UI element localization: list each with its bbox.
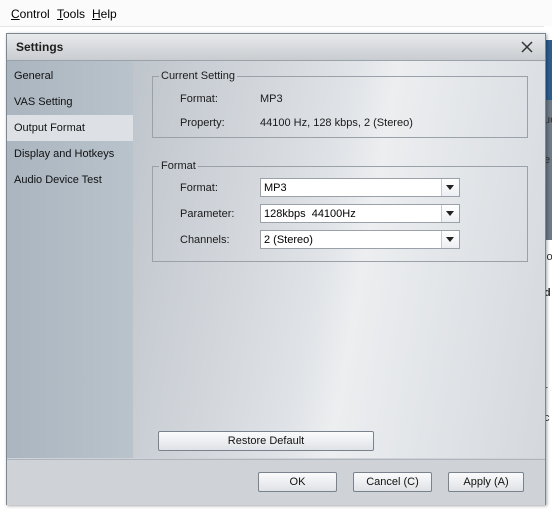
restore-default-button[interactable]: Restore Default bbox=[158, 431, 374, 451]
dialog-footer: OK Cancel (C) Apply (A) bbox=[7, 459, 545, 505]
channels-label: Channels: bbox=[180, 234, 230, 246]
current-format-value: MP3 bbox=[260, 93, 283, 105]
nav-general[interactable]: General bbox=[7, 63, 133, 89]
close-icon bbox=[521, 41, 533, 53]
nav-label: VAS Setting bbox=[14, 96, 73, 108]
nav-label: General bbox=[14, 70, 54, 82]
channels-dropdown-button[interactable] bbox=[441, 231, 459, 248]
channels-select[interactable]: 2 (Stereo) bbox=[260, 230, 460, 249]
nav-output-format[interactable]: Output Format bbox=[7, 115, 133, 141]
cancel-button[interactable]: Cancel (C) bbox=[353, 472, 432, 492]
current-property-value: 44100 Hz, 128 kbps, 2 (Stereo) bbox=[260, 117, 413, 129]
current-property-label: Property: bbox=[180, 117, 225, 129]
nav-label: Display and Hotkeys bbox=[14, 148, 115, 160]
chevron-down-icon bbox=[446, 211, 454, 216]
chevron-down-icon bbox=[446, 185, 454, 190]
format-dropdown-button[interactable] bbox=[441, 179, 459, 196]
dialog-title: Settings bbox=[16, 40, 64, 54]
parameter-select[interactable]: 128kbps 44100Hz bbox=[260, 204, 460, 223]
nav-label: Output Format bbox=[14, 122, 85, 134]
chevron-down-icon bbox=[446, 237, 454, 242]
nav-vas-setting[interactable]: VAS Setting bbox=[7, 89, 133, 115]
menu-tools[interactable]: Tools bbox=[57, 7, 85, 21]
nav-display-hotkeys[interactable]: Display and Hotkeys bbox=[7, 141, 133, 167]
output-format-panel: Current Setting Format: MP3 Property: 44… bbox=[133, 61, 545, 458]
menu-control[interactable]: Control bbox=[11, 7, 50, 21]
dialog-titlebar[interactable]: Settings bbox=[7, 34, 545, 61]
menu-help[interactable]: Help bbox=[92, 7, 117, 21]
current-setting-group: Current Setting Format: MP3 Property: 44… bbox=[152, 70, 528, 138]
apply-button[interactable]: Apply (A) bbox=[448, 472, 524, 492]
current-format-label: Format: bbox=[180, 93, 218, 105]
parameter-select-value: 128kbps 44100Hz bbox=[264, 208, 356, 220]
parameter-label: Parameter: bbox=[180, 208, 235, 220]
current-setting-legend: Current Setting bbox=[161, 70, 235, 82]
background-panel-blue bbox=[545, 40, 552, 100]
format-legend: Format bbox=[161, 160, 196, 172]
format-label: Format: bbox=[180, 182, 218, 194]
settings-sidebar: General VAS Setting Output Format Displa… bbox=[7, 61, 133, 458]
format-select-value: MP3 bbox=[264, 182, 287, 194]
ok-button[interactable]: OK bbox=[258, 472, 337, 492]
background-menubar: Control Tools Help bbox=[0, 0, 552, 27]
close-button[interactable] bbox=[517, 37, 537, 57]
nav-audio-device-test[interactable]: Audio Device Test bbox=[7, 167, 133, 193]
format-select[interactable]: MP3 bbox=[260, 178, 460, 197]
nav-label: Audio Device Test bbox=[14, 174, 102, 186]
channels-select-value: 2 (Stereo) bbox=[264, 234, 313, 246]
settings-dialog: Settings General VAS Setting Output Form… bbox=[6, 33, 546, 505]
format-group: Format Format: MP3 Parameter: 128kbps 44… bbox=[152, 160, 528, 262]
parameter-dropdown-button[interactable] bbox=[441, 205, 459, 222]
